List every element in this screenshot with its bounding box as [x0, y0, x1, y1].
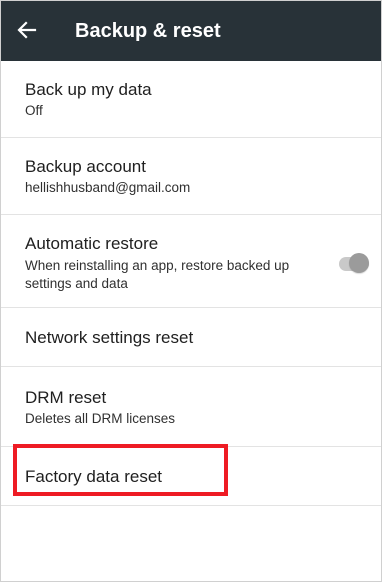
- automatic-restore-item[interactable]: Automatic restore When reinstalling an a…: [1, 215, 381, 308]
- backup-account-item[interactable]: Backup account hellishhusband@gmail.com: [1, 138, 381, 215]
- item-title: DRM reset: [25, 388, 107, 407]
- page-title: Backup & reset: [75, 20, 221, 42]
- factory-data-reset-item[interactable]: Factory data reset: [1, 447, 381, 506]
- item-title: Back up my data: [25, 80, 152, 99]
- network-settings-reset-item[interactable]: Network settings reset: [1, 308, 381, 367]
- item-summary: Deletes all DRM licenses: [25, 411, 176, 426]
- drm-reset-item[interactable]: DRM reset Deletes all DRM licenses: [1, 367, 381, 447]
- item-title: Automatic restore: [25, 234, 159, 253]
- arrow-left-icon: [17, 21, 37, 39]
- app-bar: Backup & reset: [1, 1, 381, 61]
- toggle-thumb: [349, 253, 369, 273]
- item-title: Backup account: [25, 157, 146, 176]
- back-button[interactable]: [13, 16, 41, 44]
- item-title: Factory data reset: [25, 467, 163, 486]
- item-summary: Off: [25, 103, 43, 118]
- item-title: Network settings reset: [25, 328, 194, 347]
- settings-screen: Backup & reset Back up my data Off Backu…: [0, 0, 382, 582]
- back-up-my-data-item[interactable]: Back up my data Off: [1, 61, 381, 138]
- item-summary: hellishhusband@gmail.com: [25, 180, 191, 195]
- item-summary: When reinstalling an app, restore backed…: [25, 258, 290, 291]
- automatic-restore-toggle[interactable]: [339, 253, 369, 273]
